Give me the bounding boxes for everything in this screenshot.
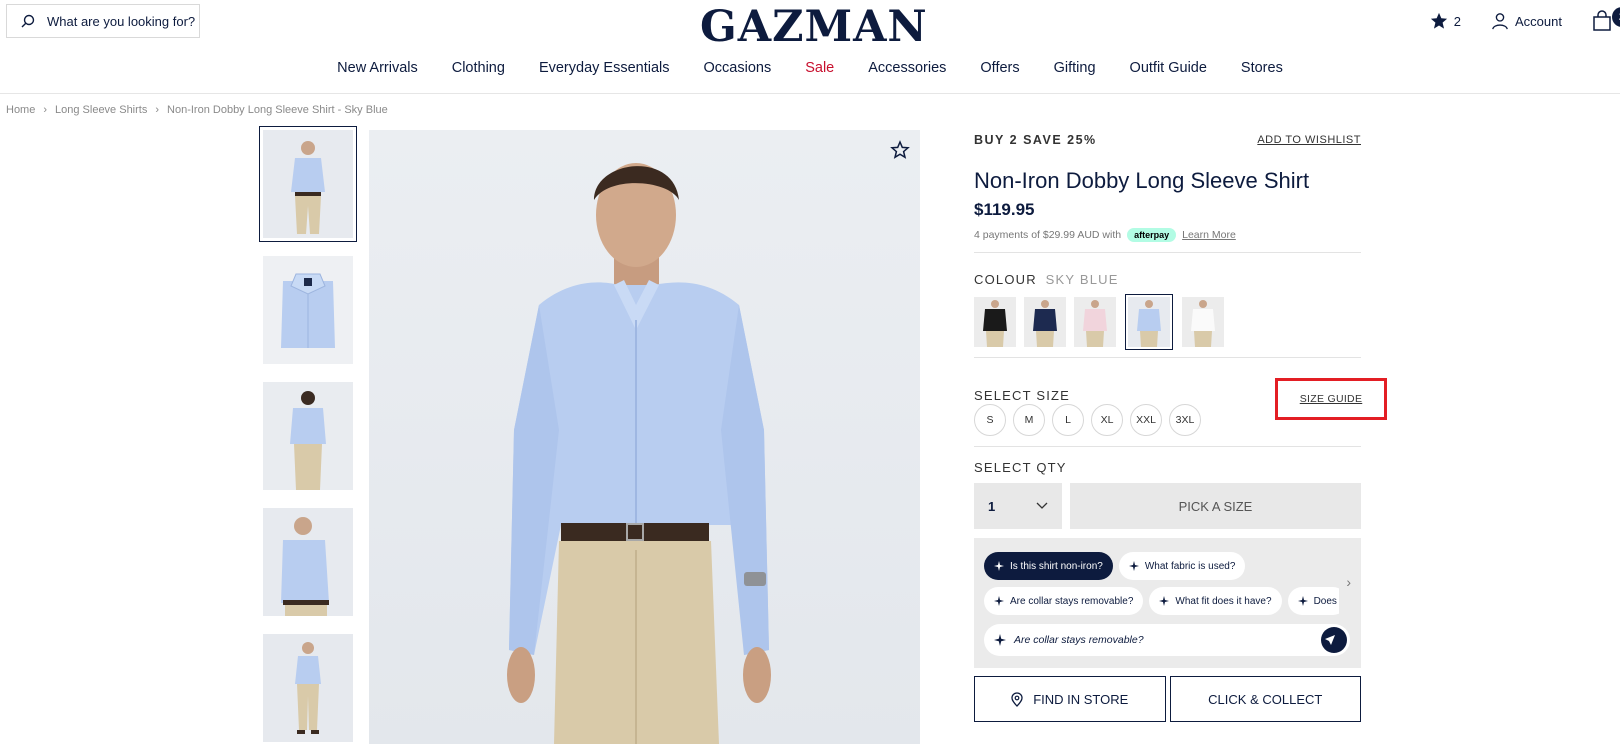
nav-sale[interactable]: Sale [805,60,834,76]
size-xxl[interactable]: XXL [1130,404,1162,436]
swatch-navy[interactable] [1024,297,1066,347]
nav-everyday-essentials[interactable]: Everyday Essentials [539,60,670,76]
ai-chip[interactable]: What fabric is used? [1118,552,1246,580]
thumbnail-1[interactable] [259,126,357,242]
breadcrumb: Home › Long Sleeve Shirts › Non-Iron Dob… [6,104,388,116]
divider [974,252,1361,253]
size-3xl[interactable]: 3XL [1169,404,1201,436]
favourite-star-icon[interactable] [890,140,910,160]
pick-a-size-button[interactable]: PICK A SIZE [1070,483,1361,529]
divider [974,357,1361,358]
sparkle-icon [994,596,1004,606]
search-input[interactable]: What are you looking for? [6,4,200,38]
wishlist-count: 2 [1453,13,1462,29]
size-xl[interactable]: XL [1091,404,1123,436]
product-title: Non-Iron Dobby Long Sleeve Shirt [974,168,1310,193]
quantity-value: 1 [988,498,996,514]
select-qty-label: SELECT QTY [974,460,1067,475]
nav-clothing[interactable]: Clothing [452,60,505,76]
ai-chip[interactable]: Are collar stays removable? [984,587,1144,615]
thumbnail-3[interactable] [263,382,353,490]
nav-gifting[interactable]: Gifting [1054,60,1096,76]
swatch-white[interactable] [1182,297,1224,347]
nav-accessories[interactable]: Accessories [868,60,946,76]
size-l[interactable]: L [1052,404,1084,436]
ai-assistant-panel: Is this shirt non-iron? What fabric is u… [974,538,1361,668]
afterpay-logo: afterpay [1127,228,1177,242]
send-button[interactable] [1321,627,1347,653]
product-info: BUY 2 SAVE 25% ADD TO WISHLIST Non-Iron … [974,130,1387,722]
swatch-pink[interactable] [1074,297,1116,347]
model-photo [507,163,771,744]
divider [974,446,1361,447]
chevron-right-icon: › [155,104,160,116]
colour-swatches [974,294,1361,350]
search-icon [21,14,35,28]
breadcrumb-current: Non-Iron Dobby Long Sleeve Shirt - Sky B… [167,104,388,116]
send-icon [1325,635,1335,645]
cart-button[interactable]: 2 [1592,7,1620,32]
click-and-collect-label: CLICK & COLLECT [1208,691,1323,707]
product-price: $119.95 [974,200,1035,219]
ai-question-input[interactable]: Are collar stays removable? [984,624,1350,656]
colour-value: SKY BLUE [1045,272,1119,287]
afterpay-row: 4 payments of $29.99 AUD with afterpay L… [974,228,1361,242]
thumbnail-list [259,126,359,744]
afterpay-learn-more-link[interactable]: Learn More [1182,229,1236,241]
afterpay-text: 4 payments of $29.99 AUD with [974,229,1122,241]
nav-stores[interactable]: Stores [1241,60,1283,76]
select-size-label: SELECT SIZE [974,387,1071,403]
breadcrumb-home[interactable]: Home [6,104,35,116]
breadcrumb-category[interactable]: Long Sleeve Shirts [55,104,147,116]
site-logo[interactable]: GAZMAN [700,2,927,52]
add-to-wishlist-link[interactable]: ADD TO WISHLIST [1257,134,1361,146]
swatch-black[interactable] [974,297,1016,347]
colour-label: COLOUR [974,272,1037,287]
ai-chip[interactable]: Does [1287,587,1339,615]
account-label: Account [1515,13,1562,29]
sparkle-icon [1159,596,1170,606]
find-in-store-button[interactable]: FIND IN STORE [974,676,1166,722]
account-button[interactable]: Account [1491,12,1562,30]
swatch-sky-blue[interactable] [1125,294,1173,350]
ai-chip[interactable]: What fit does it have? [1149,587,1282,615]
size-guide-link[interactable]: SIZE GUIDE [1275,378,1387,420]
nav-offers[interactable]: Offers [980,60,1019,76]
wishlist-button[interactable]: 2 [1430,12,1461,30]
sparkle-icon [1297,596,1308,606]
star-icon [1430,12,1447,29]
chevron-down-icon [1036,502,1048,509]
nav-new-arrivals[interactable]: New Arrivals [337,60,418,76]
main-nav: New Arrivals Clothing Everyday Essential… [0,60,1620,76]
click-and-collect-button[interactable]: CLICK & COLLECT [1169,676,1361,722]
thumbnail-4[interactable] [263,508,353,616]
user-icon [1492,13,1508,30]
search-placeholder: What are you looking for? [47,13,196,29]
sparkle-icon [994,561,1004,571]
size-s[interactable]: S [974,404,1006,436]
chevron-right-icon: › [43,104,48,116]
find-in-store-label: FIND IN STORE [1033,691,1129,707]
ai-chip[interactable]: Is this shirt non-iron? [984,552,1113,580]
promo-text: BUY 2 SAVE 25% [974,133,1097,147]
chevron-right-icon[interactable]: › [1346,574,1351,590]
sparkle-icon [994,634,1006,646]
location-pin-icon [1011,691,1023,707]
nav-divider [0,93,1620,94]
bag-icon [1593,10,1611,31]
thumbnail-5[interactable] [263,634,353,742]
cart-count-badge: 2 [1612,7,1620,27]
nav-outfit-guide[interactable]: Outfit Guide [1130,60,1207,76]
colour-label-row: COLOUR SKY BLUE [974,272,1361,287]
size-m[interactable]: M [1013,404,1045,436]
ai-input-value: Are collar stays removable? [1014,634,1144,646]
main-product-image[interactable] [369,130,920,744]
quantity-select[interactable]: 1 [974,483,1062,529]
thumbnail-2[interactable] [263,256,353,364]
nav-occasions[interactable]: Occasions [704,60,772,76]
sparkle-icon [1128,561,1139,571]
